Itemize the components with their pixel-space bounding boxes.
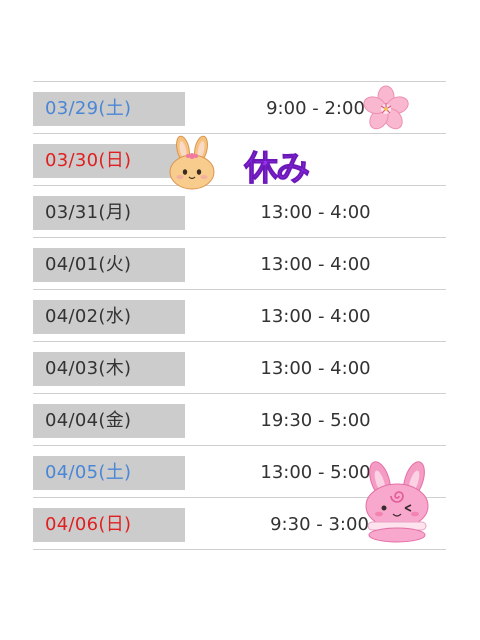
date-cell: 03/31(月) — [33, 196, 185, 230]
date-cell: 04/01(火) — [33, 248, 185, 282]
schedule-row: 03/30(日) — [33, 133, 446, 185]
date-cell: 03/30(日) — [33, 144, 185, 178]
time-cell: 13:00 - 4:00 — [260, 202, 371, 223]
time-cell: 13:00 - 4:00 — [260, 306, 371, 327]
bunny-face-icon — [169, 135, 215, 190]
date-cell: 04/02(水) — [33, 300, 185, 334]
time-cell: 13:00 - 4:00 — [260, 254, 371, 275]
schedule-row: 04/04(金) 19:30 - 5:00 — [33, 393, 446, 445]
sakura-flower-icon — [363, 85, 409, 130]
day-off-label: 休み — [244, 149, 311, 190]
time-cell: 13:00 - 4:00 — [260, 358, 371, 379]
date-cell: 04/03(木) — [33, 352, 185, 386]
schedule-row: 03/31(月) 13:00 - 4:00 — [33, 185, 446, 237]
date-cell: 04/06(日) — [33, 508, 185, 542]
time-cell: 19:30 - 5:00 — [260, 410, 371, 431]
schedule-row: 04/01(火) 13:00 - 4:00 — [33, 237, 446, 289]
date-cell: 04/05(土) — [33, 456, 185, 490]
date-cell: 04/04(金) — [33, 404, 185, 438]
schedule-row: 04/03(木) 13:00 - 4:00 — [33, 341, 446, 393]
date-cell: 03/29(土) — [33, 92, 185, 126]
schedule-row: 04/02(水) 13:00 - 4:00 — [33, 289, 446, 341]
time-cell — [185, 144, 446, 178]
pink-bunny-macaron-icon — [365, 461, 429, 543]
